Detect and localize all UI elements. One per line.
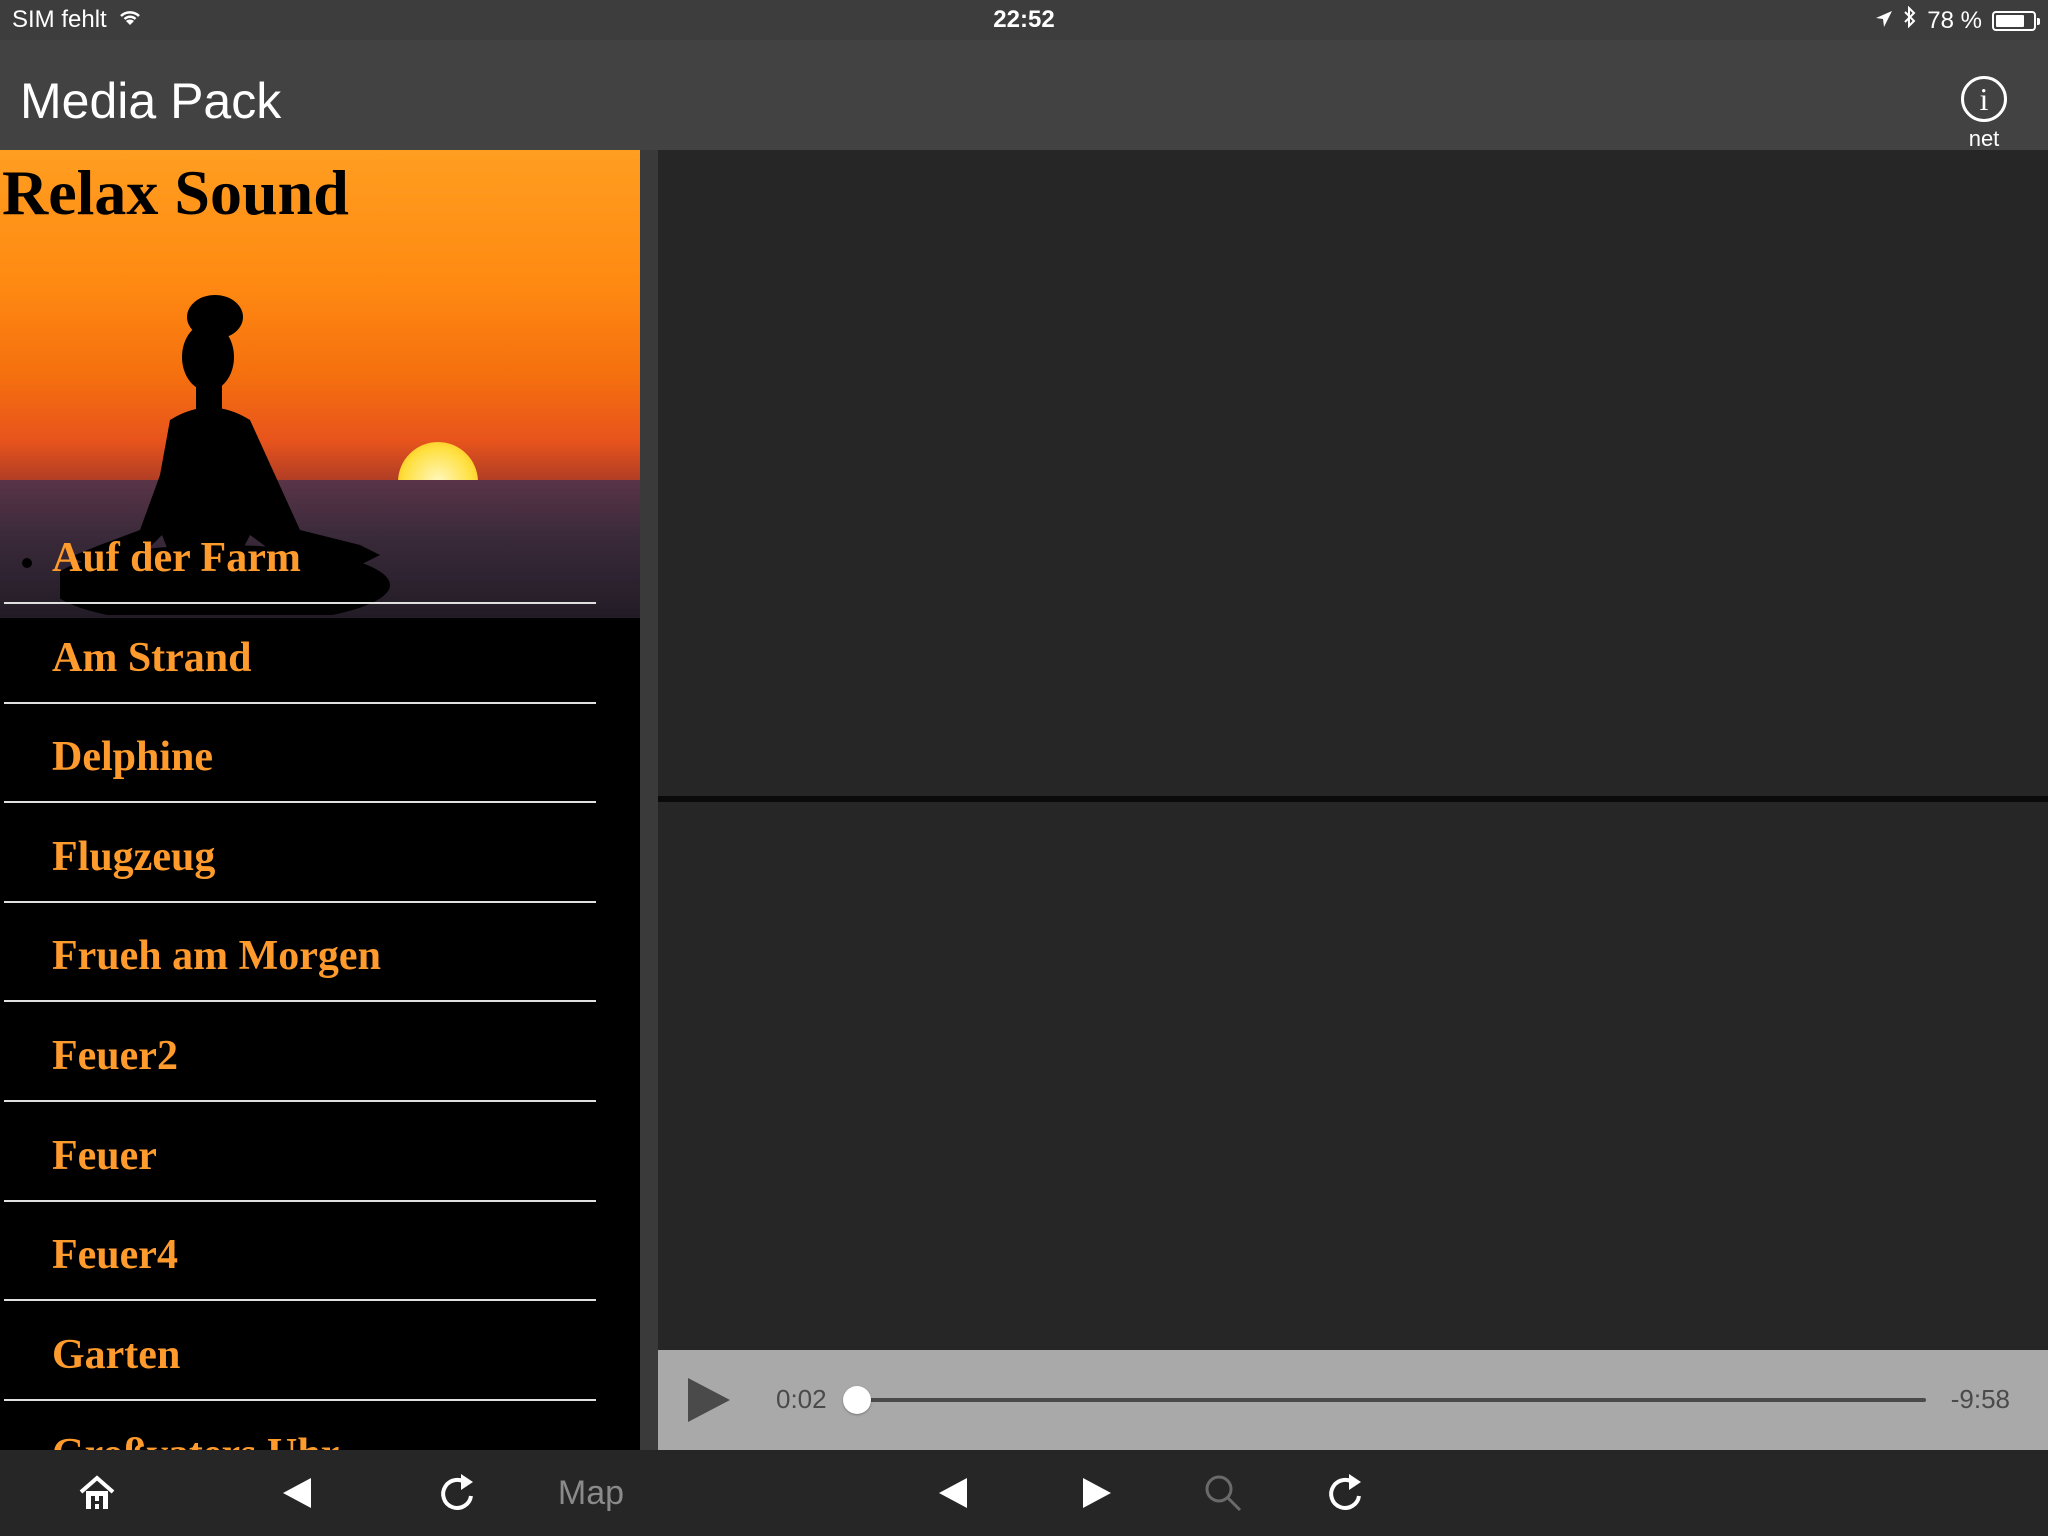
sound-list-panel: Relax Sound Auf der Farm Am Strand Delphin… — [0, 150, 640, 1450]
battery-percent: 78 % — [1927, 6, 1982, 34]
search-icon[interactable] — [1198, 1468, 1248, 1518]
bullet-icon — [22, 558, 32, 568]
info-label: net — [1968, 126, 2000, 151]
list-item-label: Großvaters Uhr — [52, 1430, 339, 1450]
list-item[interactable]: Garten — [4, 1303, 596, 1401]
bullet-icon — [22, 1056, 32, 1066]
bluetooth-icon — [1903, 5, 1917, 35]
reload-icon[interactable] — [1320, 1468, 1370, 1518]
list-item-label: Feuer4 — [52, 1232, 178, 1279]
audio-player: 0:02 -9:58 — [658, 1350, 2048, 1450]
list-item-label: Flugzeug — [52, 833, 216, 880]
current-time: 0:02 — [776, 1384, 827, 1414]
home-icon[interactable] — [72, 1468, 122, 1518]
remaining-time: -9:58 — [1950, 1384, 2010, 1414]
map-button[interactable]: Map — [556, 1468, 626, 1518]
reload-icon[interactable] — [432, 1468, 482, 1518]
clock: 22:52 — [993, 6, 1055, 33]
list-item-label: Feuer — [52, 1132, 157, 1179]
list-item[interactable]: Feuer4 — [4, 1203, 596, 1302]
list-item-label: Garten — [52, 1331, 181, 1378]
list-item-label: Feuer2 — [52, 1033, 178, 1079]
list-item-label: Delphine — [52, 734, 214, 781]
battery-icon — [1992, 10, 2040, 31]
list-item[interactable]: Am Strand — [4, 606, 596, 704]
status-bar: SIM fehlt 22:52 78 % — [0, 0, 2048, 40]
progress-track[interactable] — [843, 1386, 1926, 1414]
video-area-top — [658, 150, 2048, 796]
play-icon[interactable] — [688, 1378, 730, 1422]
bottom-toolbar: Map — [0, 1450, 2048, 1536]
list-item-label: Am Strand — [52, 634, 252, 681]
panel-heading: Relax Sound — [2, 157, 349, 228]
bullet-icon — [22, 856, 32, 867]
list-item[interactable]: Feuer — [4, 1104, 596, 1202]
list-item[interactable]: Flugzeug — [4, 805, 596, 903]
split-divider[interactable] — [640, 150, 658, 1450]
info-button[interactable]: i net — [1952, 76, 2016, 152]
video-area-bottom — [658, 802, 2048, 1350]
bullet-icon — [22, 657, 32, 668]
list-item[interactable]: Auf der Farm — [4, 506, 596, 604]
status-right: 78 % — [1875, 5, 2040, 35]
list-item-label: Frueh am Morgen — [52, 933, 381, 980]
bullet-icon — [22, 1155, 32, 1166]
nav-bar: Media Pack i net — [0, 40, 2048, 152]
back-arrow-icon[interactable] — [272, 1468, 322, 1518]
bullet-icon — [22, 757, 32, 768]
list-item-label: Auf der Farm — [52, 535, 301, 581]
info-icon: i — [1961, 76, 2007, 122]
bullet-icon — [22, 1354, 32, 1365]
list-item[interactable]: Delphine — [4, 705, 596, 804]
location-arrow-icon — [1875, 7, 1893, 35]
progress-thumb[interactable] — [843, 1386, 872, 1414]
bullet-icon — [22, 956, 32, 967]
list-item[interactable]: Feuer2 — [4, 1004, 596, 1102]
list-item[interactable]: Frueh am Morgen — [4, 904, 596, 1003]
bullet-icon — [22, 1255, 32, 1266]
forward-arrow-icon[interactable] — [1072, 1468, 1122, 1518]
app-title: Media Pack — [20, 73, 282, 129]
back-arrow-icon[interactable] — [928, 1468, 978, 1518]
list-item[interactable]: Großvaters Uhr — [4, 1402, 596, 1450]
